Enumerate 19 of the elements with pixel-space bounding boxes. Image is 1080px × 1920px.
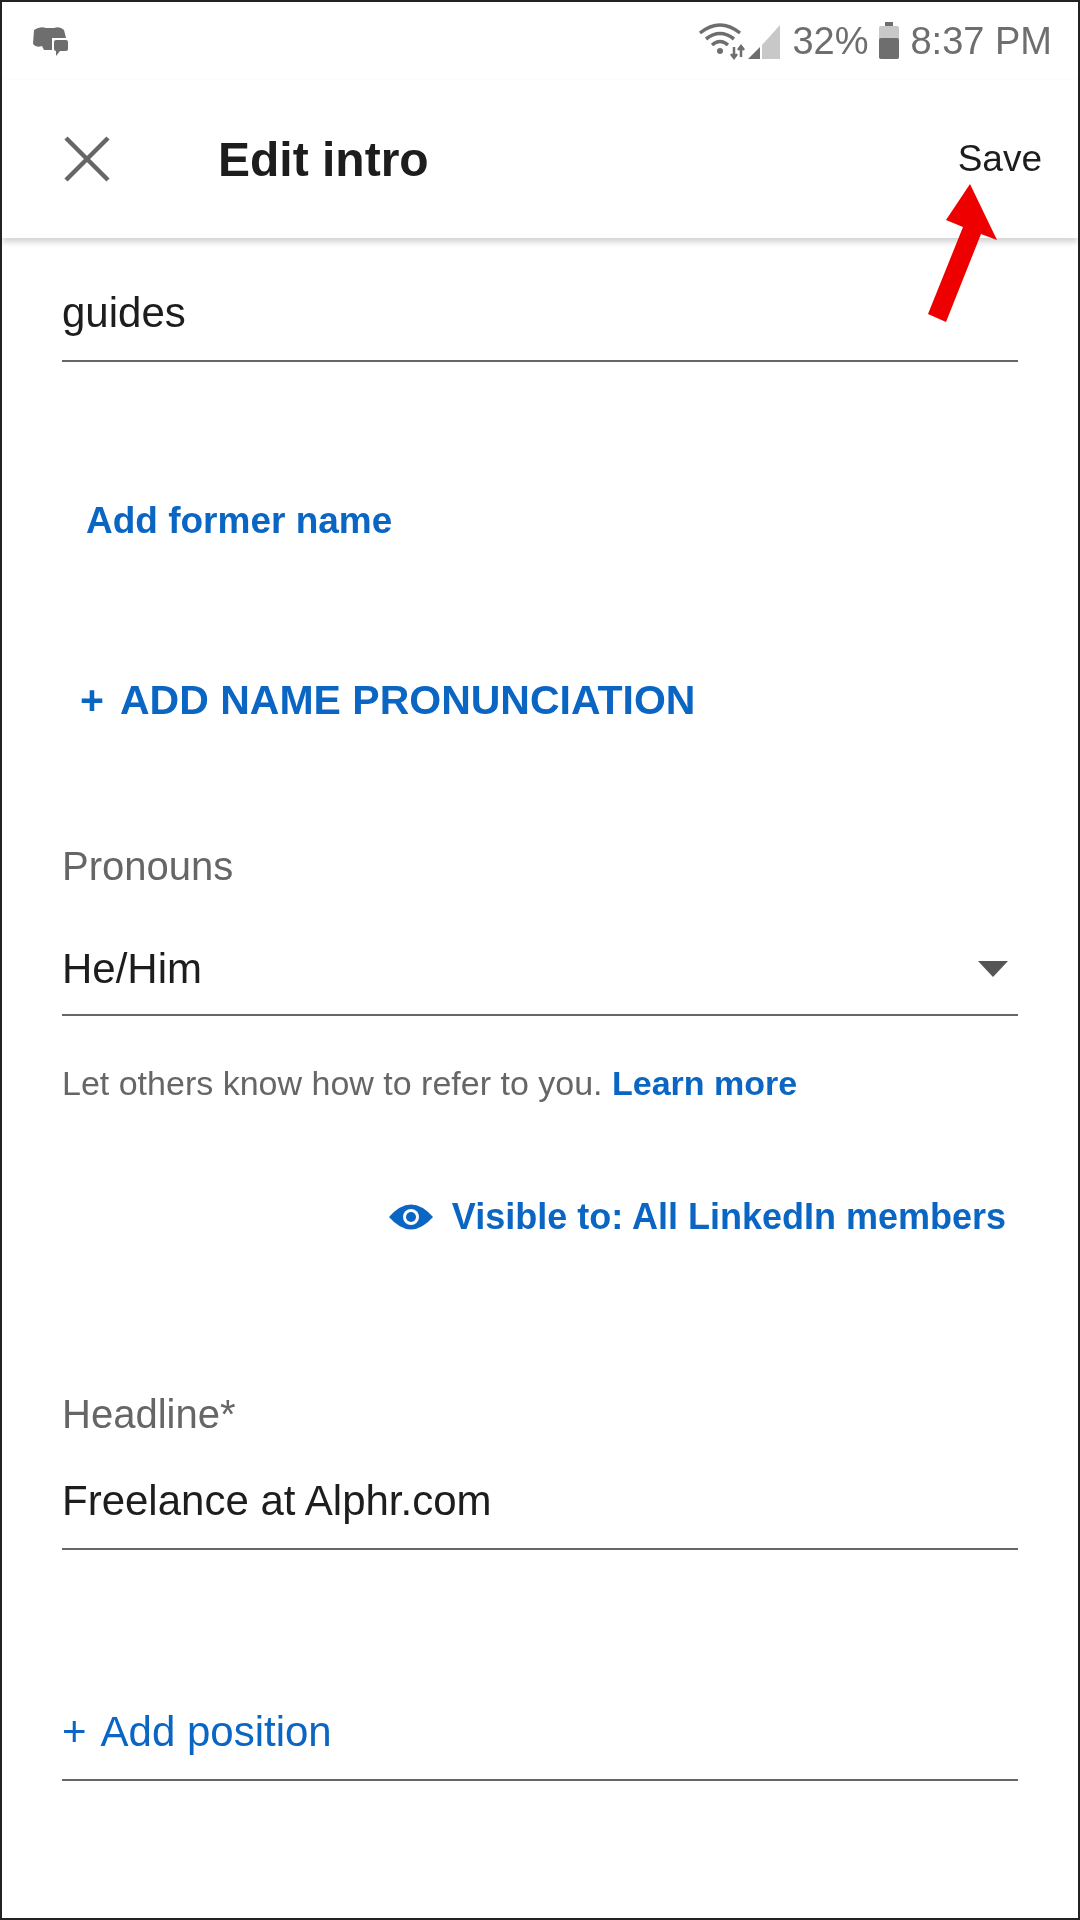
- page-title: Edit intro: [218, 131, 430, 187]
- battery-icon: [878, 22, 901, 60]
- close-icon[interactable]: [62, 134, 112, 184]
- clock-time: 8:37 PM: [910, 19, 1052, 63]
- pronouns-dropdown[interactable]: He/Him: [62, 944, 1018, 1016]
- battery-percent: 32%: [792, 19, 869, 63]
- dropdown-caret-icon: [978, 961, 1008, 977]
- visibility-link[interactable]: Visible to: All LinkedIn members: [451, 1192, 1006, 1242]
- add-position-button[interactable]: + Add position: [62, 1707, 1018, 1781]
- wifi-icon: [698, 21, 747, 61]
- add-pronunciation-button[interactable]: + ADD NAME PRONUNCIATION: [80, 675, 696, 725]
- field-label: Pronouns: [62, 843, 235, 890]
- learn-more-link[interactable]: Learn more: [611, 1064, 798, 1102]
- field-label: Headline*: [62, 1391, 237, 1438]
- add-former-name-link[interactable]: Add former name: [86, 496, 393, 546]
- save-button[interactable]: Save: [947, 130, 1052, 188]
- eye-icon: [387, 1202, 434, 1232]
- headline-field[interactable]: Freelance at Alphr.com: [62, 1476, 1018, 1550]
- helper-text: Let others know how to refer to you. Learn more: [62, 1063, 799, 1104]
